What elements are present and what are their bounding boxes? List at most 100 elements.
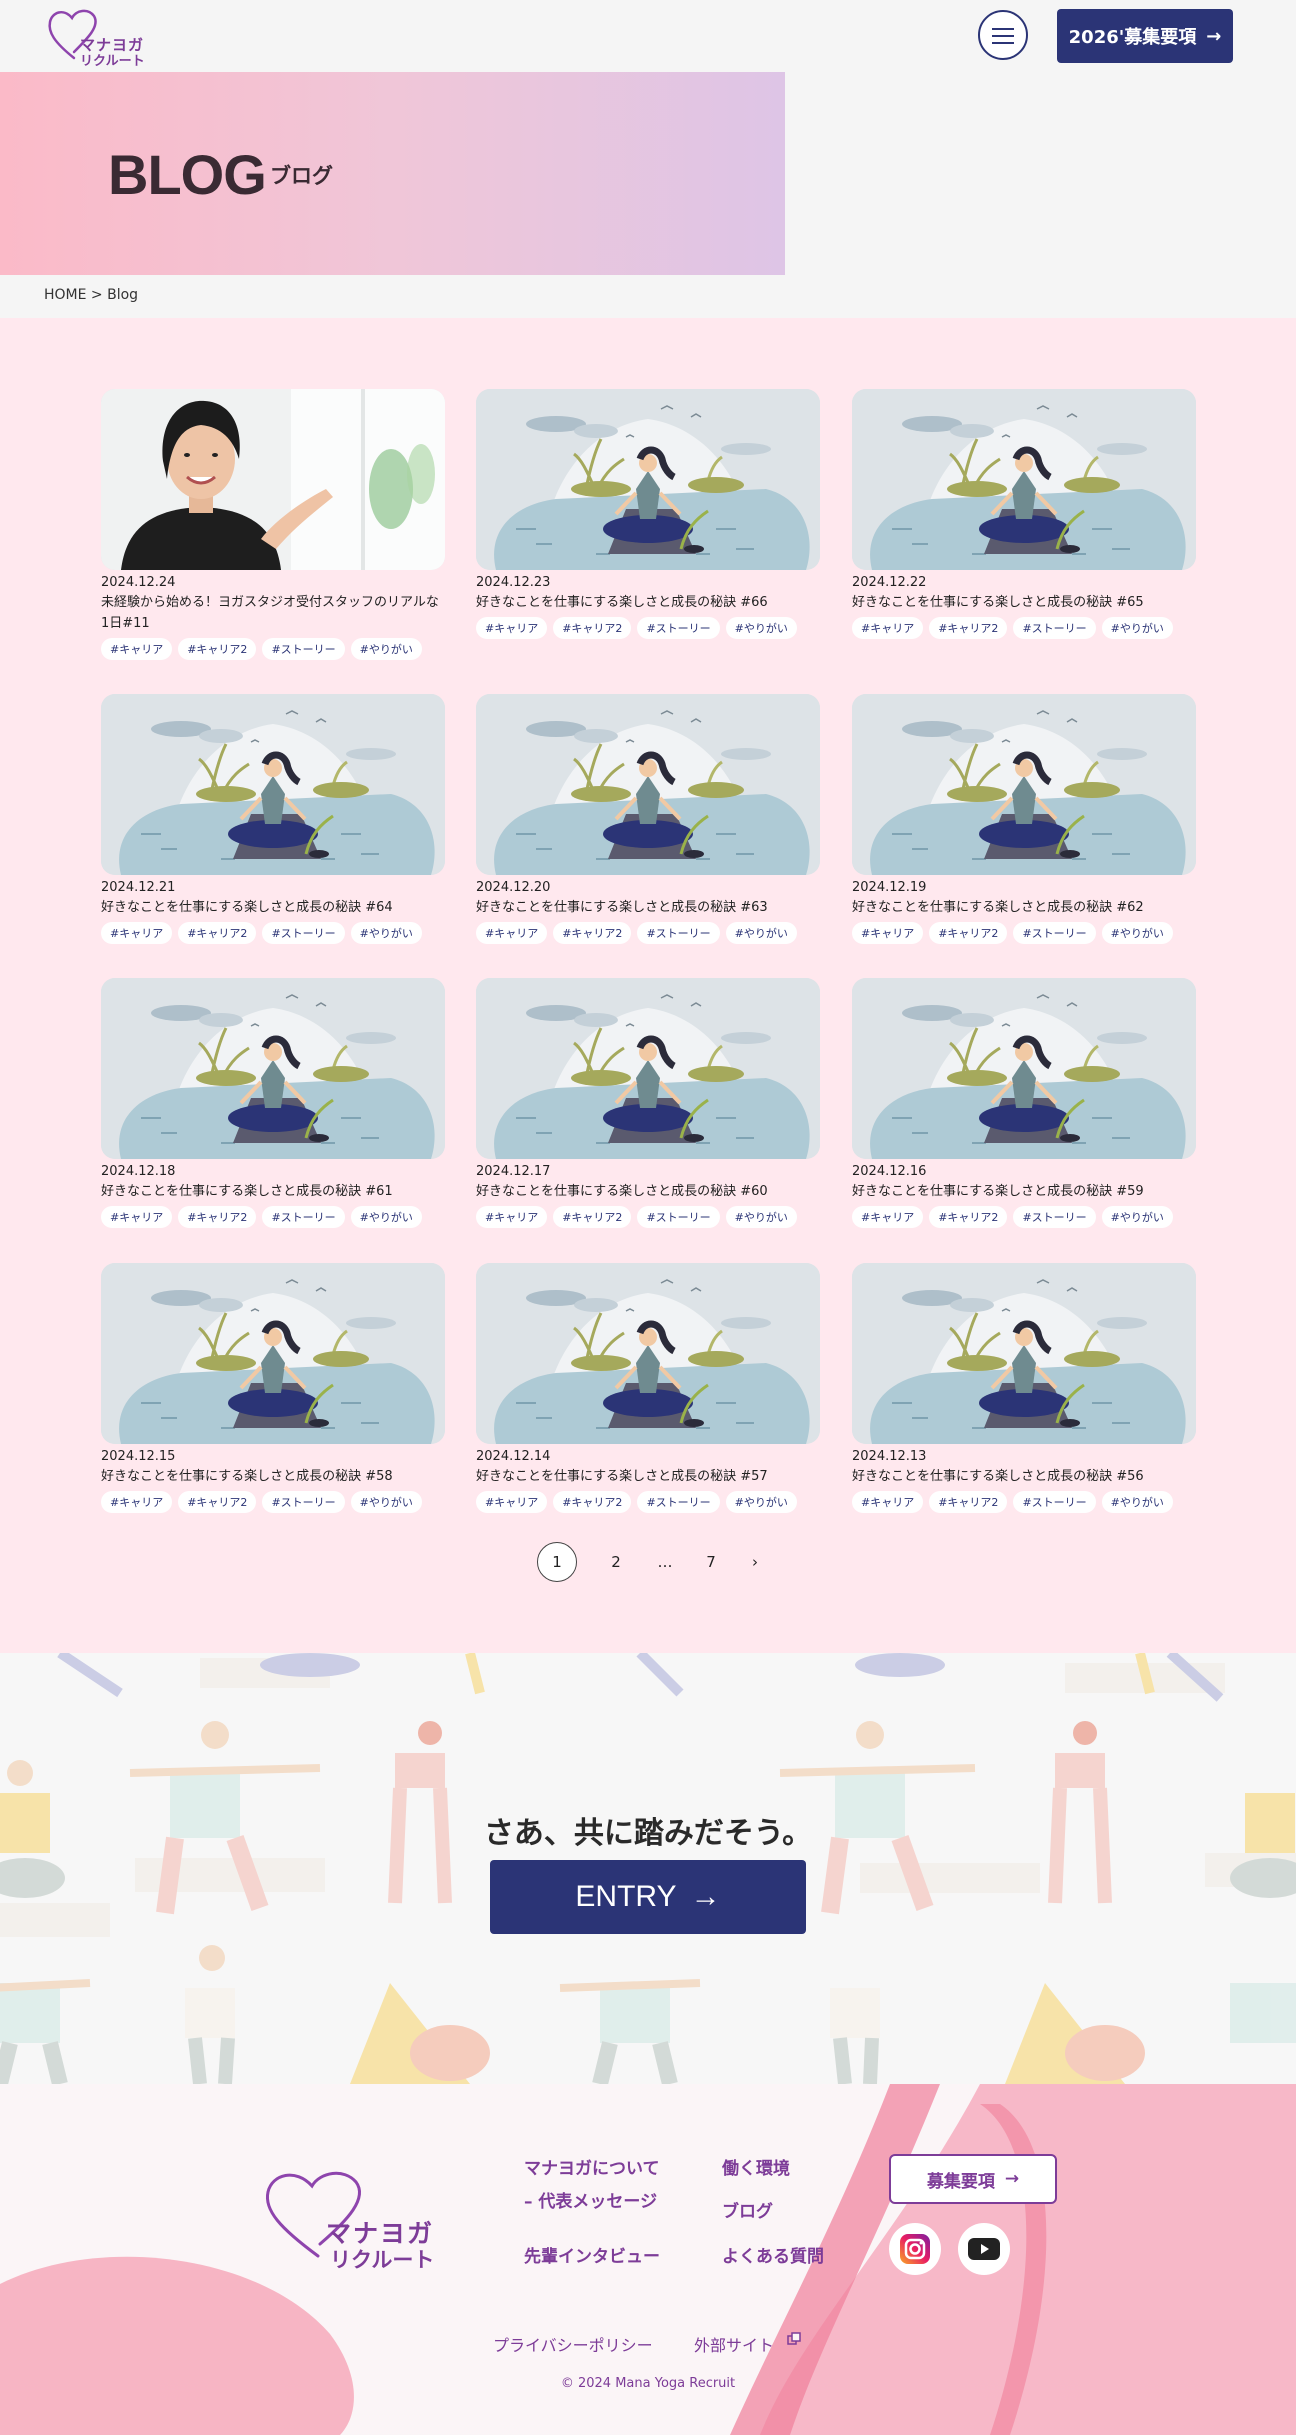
blog-card[interactable]: 2024.12.16 好きなことを仕事にする楽しさと成長の秘訣 #59 #キャリ… bbox=[852, 978, 1196, 1228]
footer-link-environment[interactable]: 働く環境 bbox=[722, 2154, 790, 2179]
tag-chip[interactable]: #ストーリー bbox=[637, 617, 720, 639]
page-1[interactable]: 1 bbox=[537, 1542, 577, 1582]
instagram-icon[interactable] bbox=[889, 2223, 941, 2275]
blog-card[interactable]: 2024.12.19 好きなことを仕事にする楽しさと成長の秘訣 #62 #キャリ… bbox=[852, 694, 1196, 944]
tag-chip[interactable]: #キャリア bbox=[101, 1491, 173, 1513]
page-7[interactable]: 7 bbox=[691, 1542, 731, 1582]
tag-chip[interactable]: #キャリア2 bbox=[929, 1206, 1008, 1228]
tag-chip[interactable]: #キャリア bbox=[852, 1491, 924, 1513]
entry-button[interactable]: ENTRY → bbox=[490, 1860, 806, 1934]
post-title[interactable]: 好きなことを仕事にする楽しさと成長の秘訣 #56 bbox=[852, 1466, 1196, 1487]
hamburger-menu-button[interactable] bbox=[978, 10, 1028, 60]
tag-chip[interactable]: #やりがい bbox=[725, 922, 797, 944]
tag-chip[interactable]: #キャリア bbox=[476, 922, 548, 944]
blog-thumbnail[interactable] bbox=[101, 389, 445, 570]
tag-chip[interactable]: #キャリア bbox=[101, 638, 173, 660]
footer-link-about[interactable]: マナヨガについて bbox=[524, 2154, 660, 2179]
next-page-icon[interactable]: › bbox=[735, 1542, 775, 1582]
post-title[interactable]: 好きなことを仕事にする楽しさと成長の秘訣 #66 bbox=[476, 592, 820, 613]
blog-thumbnail[interactable] bbox=[101, 694, 445, 875]
tag-chip[interactable]: #キャリア2 bbox=[553, 1206, 632, 1228]
footer-link-interview[interactable]: 先輩インタビュー bbox=[524, 2242, 660, 2267]
blog-thumbnail[interactable] bbox=[101, 978, 445, 1159]
footer-recruit-button[interactable]: 募集要項 → bbox=[889, 2154, 1057, 2204]
tag-chip[interactable]: #ストーリー bbox=[1013, 922, 1096, 944]
breadcrumb[interactable]: HOME > Blog bbox=[44, 287, 138, 303]
tag-chip[interactable]: #ストーリー bbox=[637, 922, 720, 944]
post-title[interactable]: 好きなことを仕事にする楽しさと成長の秘訣 #57 bbox=[476, 1466, 820, 1487]
tag-chip[interactable]: #ストーリー bbox=[262, 638, 345, 660]
tag-chip[interactable]: #ストーリー bbox=[1013, 617, 1096, 639]
tag-chip[interactable]: #キャリア2 bbox=[929, 1491, 1008, 1513]
footer-logo[interactable]: マナヨガ リクルート bbox=[258, 2164, 458, 2274]
blog-card[interactable]: 2024.12.18 好きなことを仕事にする楽しさと成長の秘訣 #61 #キャリ… bbox=[101, 978, 445, 1228]
footer-link-faq[interactable]: よくある質問 bbox=[722, 2242, 824, 2267]
tag-chip[interactable]: #やりがい bbox=[350, 1491, 422, 1513]
page-2[interactable]: 2 bbox=[596, 1542, 636, 1582]
tag-chip[interactable]: #やりがい bbox=[1101, 617, 1173, 639]
tag-chip[interactable]: #やりがい bbox=[350, 922, 422, 944]
recruit-info-button[interactable]: 2026'募集要項 → bbox=[1057, 9, 1233, 63]
blog-card[interactable]: 2024.12.20 好きなことを仕事にする楽しさと成長の秘訣 #63 #キャリ… bbox=[476, 694, 820, 944]
blog-card[interactable]: 2024.12.17 好きなことを仕事にする楽しさと成長の秘訣 #60 #キャリ… bbox=[476, 978, 820, 1228]
blog-card[interactable]: 2024.12.14 好きなことを仕事にする楽しさと成長の秘訣 #57 #キャリ… bbox=[476, 1263, 820, 1513]
tag-chip[interactable]: #ストーリー bbox=[262, 1491, 345, 1513]
blog-thumbnail[interactable] bbox=[852, 389, 1196, 570]
footer-link-external[interactable]: 外部サイト bbox=[694, 2332, 801, 2356]
blog-thumbnail[interactable] bbox=[476, 978, 820, 1159]
blog-thumbnail[interactable] bbox=[852, 694, 1196, 875]
post-title[interactable]: 好きなことを仕事にする楽しさと成長の秘訣 #59 bbox=[852, 1181, 1196, 1202]
tag-chip[interactable]: #ストーリー bbox=[1013, 1491, 1096, 1513]
tag-chip[interactable]: #キャリア2 bbox=[178, 922, 257, 944]
tag-chip[interactable]: #やりがい bbox=[725, 1491, 797, 1513]
tag-chip[interactable]: #ストーリー bbox=[637, 1491, 720, 1513]
tag-chip[interactable]: #やりがい bbox=[725, 617, 797, 639]
post-title[interactable]: 好きなことを仕事にする楽しさと成長の秘訣 #60 bbox=[476, 1181, 820, 1202]
post-title[interactable]: 好きなことを仕事にする楽しさと成長の秘訣 #58 bbox=[101, 1466, 445, 1487]
tag-chip[interactable]: #キャリア bbox=[476, 1491, 548, 1513]
footer-link-privacy[interactable]: プライバシーポリシー bbox=[493, 2332, 653, 2356]
tag-chip[interactable]: #キャリア bbox=[476, 1206, 548, 1228]
tag-chip[interactable]: #ストーリー bbox=[262, 922, 345, 944]
post-title[interactable]: 好きなことを仕事にする楽しさと成長の秘訣 #64 bbox=[101, 897, 445, 918]
blog-thumbnail[interactable] bbox=[476, 694, 820, 875]
post-title[interactable]: 好きなことを仕事にする楽しさと成長の秘訣 #61 bbox=[101, 1181, 445, 1202]
tag-chip[interactable]: #キャリア2 bbox=[178, 638, 257, 660]
tag-chip[interactable]: #キャリア bbox=[852, 1206, 924, 1228]
tag-chip[interactable]: #ストーリー bbox=[262, 1206, 345, 1228]
tag-chip[interactable]: #やりがい bbox=[1101, 1206, 1173, 1228]
post-title[interactable]: 未経験から始める！ヨガスタジオ受付スタッフのリアルな1日#11 bbox=[101, 592, 445, 634]
tag-chip[interactable]: #キャリア2 bbox=[929, 922, 1008, 944]
blog-card[interactable]: 2024.12.24 未経験から始める！ヨガスタジオ受付スタッフのリアルな1日#… bbox=[101, 389, 445, 660]
footer-link-blog[interactable]: ブログ bbox=[722, 2197, 773, 2222]
tag-chip[interactable]: #キャリア bbox=[101, 922, 173, 944]
tag-chip[interactable]: #キャリア2 bbox=[553, 1491, 632, 1513]
tag-chip[interactable]: #キャリア2 bbox=[178, 1491, 257, 1513]
blog-card[interactable]: 2024.12.13 好きなことを仕事にする楽しさと成長の秘訣 #56 #キャリ… bbox=[852, 1263, 1196, 1513]
tag-chip[interactable]: #キャリア2 bbox=[553, 617, 632, 639]
tag-chip[interactable]: #やりがい bbox=[725, 1206, 797, 1228]
tag-chip[interactable]: #ストーリー bbox=[1013, 1206, 1096, 1228]
tag-chip[interactable]: #キャリア2 bbox=[929, 617, 1008, 639]
blog-thumbnail[interactable] bbox=[476, 389, 820, 570]
blog-thumbnail[interactable] bbox=[852, 1263, 1196, 1444]
tag-chip[interactable]: #やりがい bbox=[1101, 922, 1173, 944]
tag-chip[interactable]: #キャリア bbox=[852, 617, 924, 639]
tag-chip[interactable]: #やりがい bbox=[350, 638, 422, 660]
blog-thumbnail[interactable] bbox=[101, 1263, 445, 1444]
blog-card[interactable]: 2024.12.21 好きなことを仕事にする楽しさと成長の秘訣 #64 #キャリ… bbox=[101, 694, 445, 944]
blog-card[interactable]: 2024.12.15 好きなことを仕事にする楽しさと成長の秘訣 #58 #キャリ… bbox=[101, 1263, 445, 1513]
blog-thumbnail[interactable] bbox=[852, 978, 1196, 1159]
tag-chip[interactable]: #キャリア bbox=[101, 1206, 173, 1228]
site-logo[interactable]: マナヨガ リクルート bbox=[44, 6, 154, 69]
post-title[interactable]: 好きなことを仕事にする楽しさと成長の秘訣 #63 bbox=[476, 897, 820, 918]
blog-card[interactable]: 2024.12.23 好きなことを仕事にする楽しさと成長の秘訣 #66 #キャリ… bbox=[476, 389, 820, 639]
tag-chip[interactable]: #キャリア bbox=[476, 617, 548, 639]
post-title[interactable]: 好きなことを仕事にする楽しさと成長の秘訣 #62 bbox=[852, 897, 1196, 918]
tag-chip[interactable]: #やりがい bbox=[1101, 1491, 1173, 1513]
youtube-icon[interactable] bbox=[958, 2223, 1010, 2275]
footer-link-message[interactable]: – 代表メッセージ bbox=[524, 2187, 657, 2212]
tag-chip[interactable]: #キャリア2 bbox=[178, 1206, 257, 1228]
tag-chip[interactable]: #やりがい bbox=[350, 1206, 422, 1228]
tag-chip[interactable]: #キャリア2 bbox=[553, 922, 632, 944]
